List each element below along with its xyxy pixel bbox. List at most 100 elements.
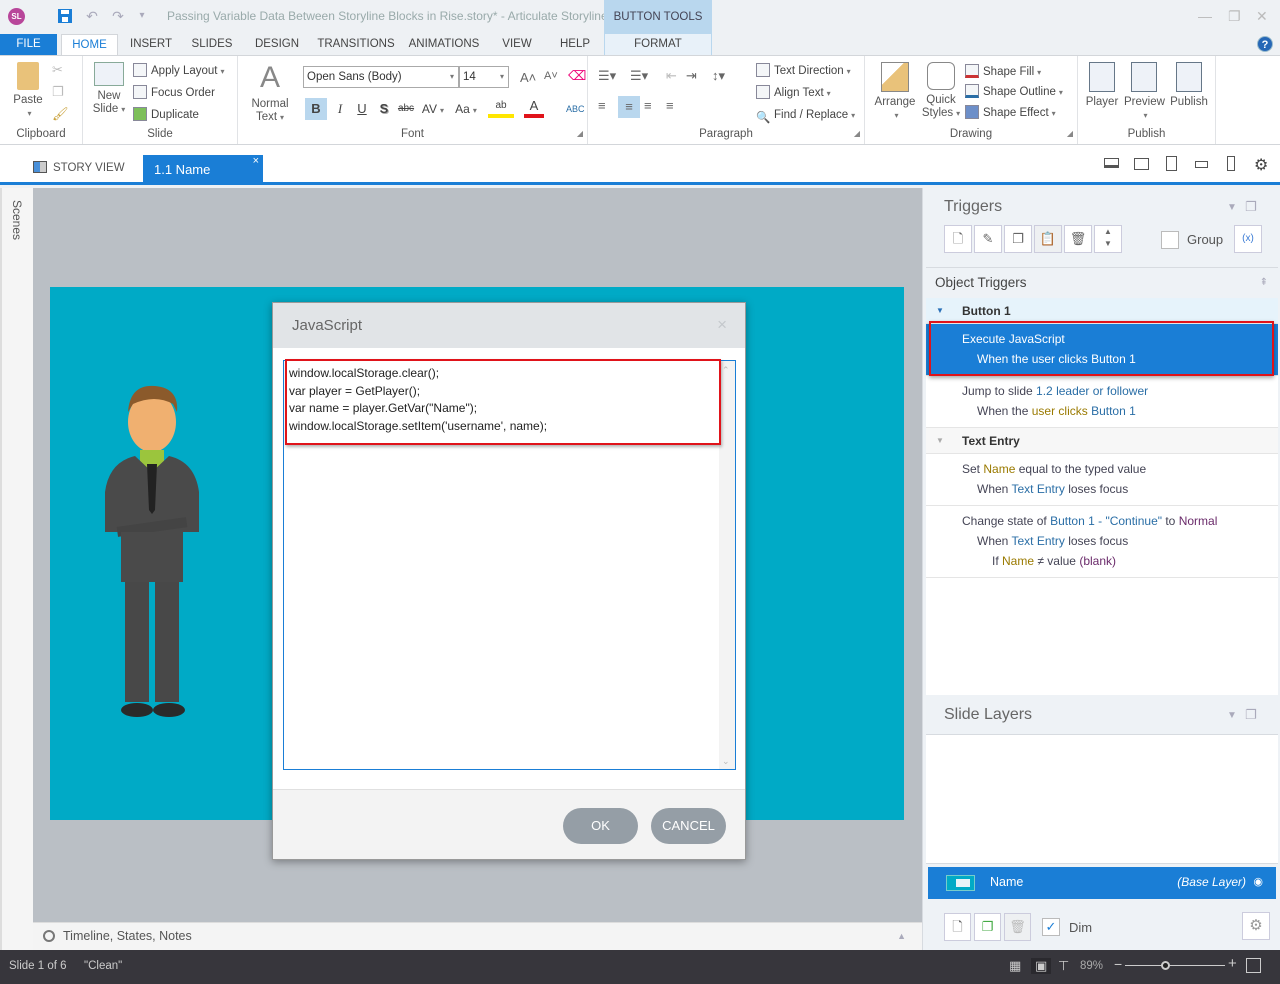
paste-trigger-button[interactable]: 📋	[1034, 225, 1062, 253]
dim-checkbox[interactable]: ✓	[1042, 918, 1060, 936]
new-layer-button[interactable]: 🗋	[944, 913, 971, 941]
object-group-button-1[interactable]: ▼ Button 1	[926, 298, 1278, 324]
zoom-out-button[interactable]: −	[1114, 956, 1122, 972]
drawing-dialog-launcher-icon[interactable]: ◢	[1067, 129, 1073, 138]
trigger-object-link[interactable]: Button 1	[1091, 404, 1136, 418]
tab-transitions[interactable]: TRANSITIONS	[314, 34, 398, 55]
tab-format[interactable]: FORMAT	[604, 34, 712, 55]
tab-help[interactable]: HELP	[555, 34, 595, 55]
paste-button[interactable]: Paste ▾	[10, 62, 46, 120]
javascript-code-editor[interactable]: window.localStorage.clear(); var player =…	[283, 360, 736, 770]
font-color-button[interactable]: A	[524, 98, 544, 118]
copy-trigger-button[interactable]: ❐	[1004, 225, 1032, 253]
bold-button[interactable]: B	[305, 98, 327, 120]
undo-icon[interactable]: ↶	[84, 8, 100, 24]
delete-trigger-button[interactable]: 🗑	[1064, 225, 1092, 253]
arrange-button[interactable]: Arrange ▾	[873, 62, 917, 122]
apply-layout-button[interactable]: Apply Layout ▾	[133, 62, 225, 80]
scroll-down-icon[interactable]: ⌄	[722, 756, 730, 767]
line-spacing-icon[interactable]: ↕▾	[712, 68, 725, 84]
condition-variable-link[interactable]: Name	[1002, 554, 1034, 568]
find-replace-button[interactable]: 🔍 Find / Replace ▾	[756, 106, 855, 124]
trigger-event-link[interactable]: user clicks	[1032, 404, 1088, 418]
phone-landscape-icon[interactable]	[1195, 161, 1208, 168]
normal-text-button[interactable]: A Normal Text ▾	[246, 62, 294, 124]
layers-undock-icon[interactable]: ❐	[1245, 707, 1257, 723]
underline-button[interactable]: U	[352, 98, 372, 120]
minimize-button[interactable]: —	[1198, 8, 1212, 24]
tab-insert[interactable]: INSERT	[124, 34, 178, 55]
close-tab-icon[interactable]: ×	[253, 146, 259, 176]
ok-button[interactable]: OK	[563, 808, 638, 844]
fit-to-window-button[interactable]	[1246, 958, 1261, 973]
font-family-select[interactable]: Open Sans (Body) ▾	[303, 66, 459, 88]
trigger-object-link[interactable]: Button 1 - "Continue"	[1050, 514, 1162, 528]
settings-gear-icon[interactable]: ⚙	[1254, 155, 1268, 175]
preview-button[interactable]: Preview ▾	[1124, 62, 1165, 122]
scroll-up-icon[interactable]: ⌃	[722, 365, 730, 376]
delete-layer-button[interactable]: 🗑	[1004, 913, 1031, 941]
tab-animations[interactable]: ANIMATIONS	[404, 34, 484, 55]
trigger-object-link[interactable]: Button 1	[1091, 352, 1136, 366]
new-slide-button[interactable]: New Slide ▾	[91, 62, 127, 116]
character-spacing-button[interactable]: AV ▾	[418, 98, 448, 120]
quick-styles-button[interactable]: Quick Styles ▾	[921, 62, 961, 120]
align-right-icon[interactable]: ≡	[644, 98, 652, 113]
trigger-object-link[interactable]: Text Entry	[1011, 534, 1064, 548]
shape-fill-button[interactable]: Shape Fill ▾	[965, 63, 1041, 81]
shape-outline-button[interactable]: Shape Outline ▾	[965, 83, 1063, 101]
trigger-variable-link[interactable]: Name	[983, 462, 1015, 476]
story-view-tab[interactable]: STORY VIEW	[33, 161, 125, 174]
timeline-bar[interactable]: Timeline, States, Notes ▲	[33, 922, 922, 950]
expand-arrow-icon[interactable]: ▼	[936, 298, 944, 324]
manage-variables-button[interactable]: (x)	[1234, 225, 1262, 253]
justify-icon[interactable]: ≡	[666, 98, 674, 113]
expand-timeline-icon[interactable]: ▲	[897, 931, 906, 941]
cancel-button[interactable]: CANCEL	[651, 808, 726, 844]
close-window-button[interactable]: ✕	[1256, 8, 1268, 25]
scenes-panel[interactable]: Scenes	[0, 188, 33, 950]
trigger-object-link[interactable]: Text Entry	[1011, 482, 1064, 496]
spell-check-icon[interactable]: ABC	[566, 98, 585, 120]
slide-tab[interactable]: 1.1 Name ×	[143, 155, 263, 185]
tab-home[interactable]: HOME	[61, 34, 118, 55]
desktop-preview-icon[interactable]	[1104, 158, 1119, 168]
condition-value-link[interactable]: (blank)	[1079, 554, 1116, 568]
publish-button[interactable]: Publish	[1168, 62, 1210, 109]
shadow-button[interactable]: S	[374, 98, 394, 120]
shape-effect-button[interactable]: Shape Effect ▾	[965, 104, 1056, 122]
trigger-event-text[interactable]: loses focus	[1068, 534, 1128, 548]
collapse-all-icon[interactable]: ⇞	[1260, 268, 1268, 298]
tablet-landscape-icon[interactable]	[1134, 158, 1149, 170]
layers-menu-icon[interactable]: ▼	[1227, 710, 1237, 721]
group-checkbox[interactable]	[1161, 231, 1179, 249]
trigger-item[interactable]: Jump to slide 1.2 leader or follower Whe…	[926, 376, 1278, 428]
trigger-item[interactable]: Execute JavaScript When the user clicks …	[926, 324, 1278, 376]
trigger-item[interactable]: Change state of Button 1 - "Continue" to…	[926, 506, 1278, 578]
layer-properties-gear-icon[interactable]: ⚙	[1242, 912, 1270, 940]
tab-view[interactable]: VIEW	[498, 34, 536, 55]
strikethrough-button[interactable]: abc	[395, 98, 417, 120]
font-dialog-launcher-icon[interactable]: ◢	[577, 129, 583, 138]
base-layer-row[interactable]: Name (Base Layer) ◉	[928, 867, 1276, 899]
edit-trigger-button[interactable]: ✎	[974, 225, 1002, 253]
font-size-select[interactable]: 14 ▾	[459, 66, 509, 88]
object-group-text-entry[interactable]: ▼ Text Entry	[926, 428, 1278, 454]
text-direction-button[interactable]: Text Direction ▾	[756, 62, 851, 80]
help-icon[interactable]: ?	[1257, 36, 1273, 52]
increase-indent-icon[interactable]: ⇥	[686, 68, 697, 84]
move-trigger-buttons[interactable]: ▲ ▼	[1094, 225, 1122, 253]
align-center-icon[interactable]: ≡	[618, 96, 640, 118]
focus-order-button[interactable]: Focus Order	[133, 84, 215, 102]
save-icon[interactable]	[57, 8, 73, 24]
paragraph-dialog-launcher-icon[interactable]: ◢	[854, 129, 860, 138]
change-case-button[interactable]: Aa ▾	[451, 98, 481, 120]
visibility-eye-icon[interactable]: ◉	[1253, 875, 1263, 888]
customize-quick-access-icon[interactable]: ▾	[134, 8, 150, 24]
restore-button[interactable]: ❐	[1228, 8, 1241, 25]
preview-mode-icon[interactable]: ⊤	[1058, 958, 1069, 974]
duplicate-button[interactable]: Duplicate	[133, 106, 199, 124]
trigger-item[interactable]: Set Name equal to the typed value When T…	[926, 454, 1278, 506]
clear-formatting-icon[interactable]: ⌫	[568, 68, 586, 84]
redo-icon[interactable]: ↷	[110, 8, 126, 24]
